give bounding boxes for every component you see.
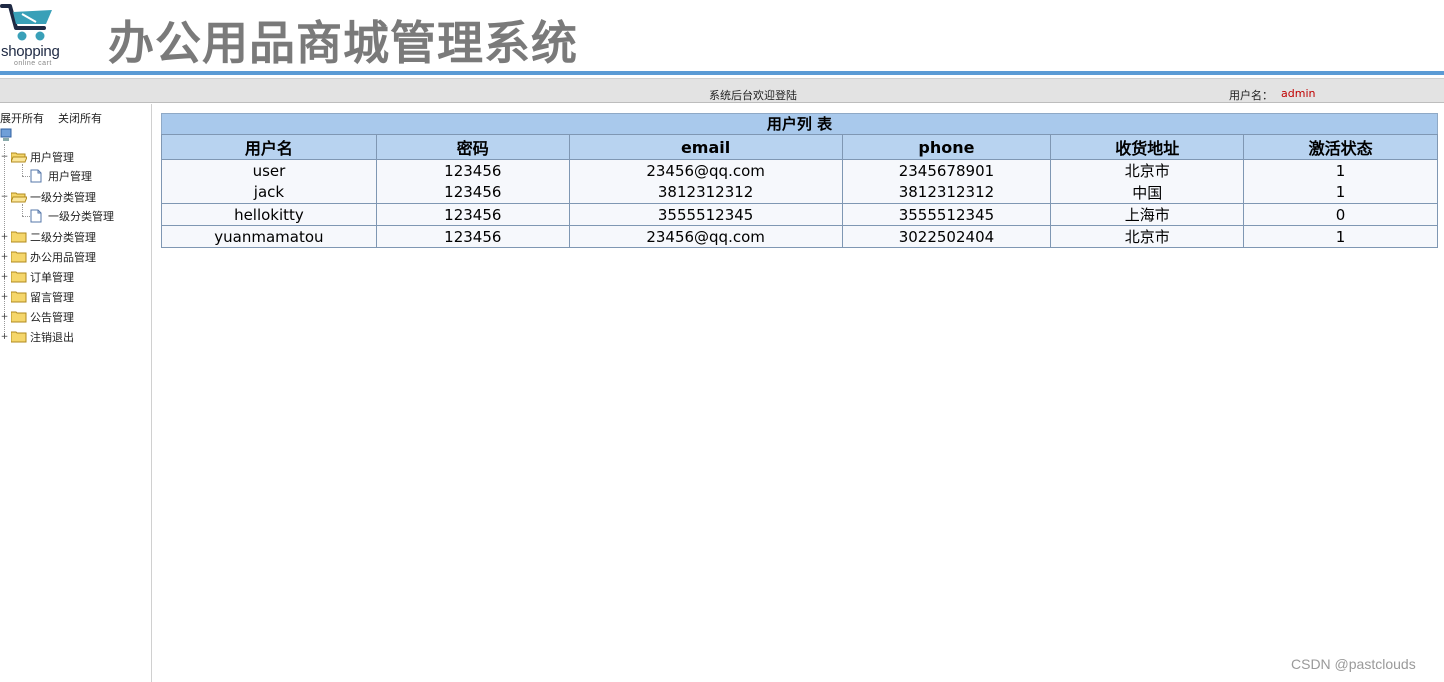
tree-node-label[interactable]: 一级分类管理 (30, 189, 96, 205)
header-divider (0, 71, 1444, 75)
folder-icon (11, 231, 27, 243)
tree-node-label[interactable]: 用户管理 (30, 149, 74, 165)
cell-email: 3555512345 (568, 203, 843, 226)
table-row: user 123456 23456@qq.com 2345678901 北京市 … (161, 159, 1438, 182)
tree-leaf-primary-category[interactable]: 一级分类管理 (30, 208, 114, 224)
folder-open-icon (11, 192, 27, 203)
site-title: 办公用品商城管理系统 (108, 16, 578, 70)
folder-open-icon (11, 152, 27, 163)
folder-icon (11, 311, 27, 323)
tree-node-label[interactable]: 留言管理 (30, 289, 74, 305)
tree-node-label[interactable]: 注销退出 (30, 329, 74, 345)
column-header-phone: phone (841, 134, 1052, 160)
computer-icon[interactable] (0, 128, 12, 142)
table-row: yuanmamatou 123456 23456@qq.com 30225024… (161, 225, 1438, 248)
shopping-cart-logo: shopping online cart (0, 2, 80, 68)
welcome-text: 系统后台欢迎登陆 (709, 89, 797, 102)
tree-node-user-management[interactable]: − 用户管理 (0, 149, 74, 165)
cell-status: 1 (1243, 181, 1438, 204)
cell-phone: 3812312312 (841, 181, 1052, 204)
cell-username: hellokitty (161, 203, 377, 226)
cell-status: 1 (1243, 225, 1438, 248)
sidebar-tree: 展开所有 关闭所有 − 用户管理 用户管理 − 一级分类管理 一级分类管理 + 二… (0, 104, 152, 682)
expand-icon[interactable]: + (0, 312, 9, 322)
folder-icon (11, 271, 27, 283)
tree-node-primary-category[interactable]: − 一级分类管理 (0, 189, 96, 205)
tree-node-announcements[interactable]: + 公告管理 (0, 309, 74, 325)
user-name: admin (1281, 87, 1316, 100)
tree-guide-line (22, 204, 23, 216)
expand-icon[interactable]: + (0, 232, 9, 242)
cell-password: 123456 (375, 203, 570, 226)
logo-text: shopping (1, 43, 60, 60)
table-row: hellokitty 123456 3555512345 3555512345 … (161, 203, 1438, 226)
cell-address: 中国 (1050, 181, 1245, 204)
cell-email: 23456@qq.com (568, 225, 843, 248)
collapse-all-link[interactable]: 关闭所有 (58, 112, 102, 125)
tree-node-secondary-category[interactable]: + 二级分类管理 (0, 229, 96, 245)
shopping-cart-icon (0, 4, 52, 41)
tree-guide-line (22, 216, 30, 217)
table-header-row: 用户名 密码 email phone 收货地址 激活状态 (161, 134, 1438, 160)
cell-phone: 2345678901 (841, 159, 1052, 182)
tree-actions: 展开所有 关闭所有 (0, 110, 116, 126)
cell-password: 123456 (375, 181, 570, 204)
tree-leaf-user-management[interactable]: 用户管理 (30, 168, 92, 184)
cell-address: 北京市 (1050, 225, 1245, 248)
cell-phone: 3555512345 (841, 203, 1052, 226)
column-header-username: 用户名 (161, 134, 377, 160)
tree-guide-line (22, 176, 30, 177)
cell-status: 1 (1243, 159, 1438, 182)
tree-guide-line (22, 164, 23, 176)
column-header-email: email (568, 134, 843, 160)
document-icon (30, 169, 42, 183)
cell-password: 123456 (375, 225, 570, 248)
tree-node-label[interactable]: 办公用品管理 (30, 249, 96, 265)
cell-password: 123456 (375, 159, 570, 182)
document-icon (30, 209, 42, 223)
cell-status: 0 (1243, 203, 1438, 226)
welcome-bar: 系统后台欢迎登陆 用户名： admin (0, 78, 1444, 103)
expand-icon[interactable]: + (0, 272, 9, 282)
cell-email: 23456@qq.com (568, 159, 843, 182)
user-label: 用户名： (1229, 89, 1273, 102)
column-header-address: 收货地址 (1050, 134, 1245, 160)
tree-node-logout[interactable]: + 注销退出 (0, 329, 74, 345)
cell-username: yuanmamatou (161, 225, 377, 248)
column-header-status: 激活状态 (1243, 134, 1438, 160)
tree-node-label[interactable]: 订单管理 (30, 269, 74, 285)
column-header-password: 密码 (375, 134, 570, 160)
tree-node-label[interactable]: 二级分类管理 (30, 229, 96, 245)
expand-icon[interactable]: + (0, 292, 9, 302)
collapse-icon[interactable]: − (0, 152, 9, 162)
table-caption: 用户列 表 (161, 113, 1438, 134)
tree-node-messages[interactable]: + 留言管理 (0, 289, 74, 305)
cell-username: jack (161, 181, 377, 204)
cell-username: user (161, 159, 377, 182)
user-list-table: 用户列 表 用户名 密码 email phone 收货地址 激活状态 user … (161, 113, 1438, 248)
watermark: CSDN @pastclouds (1291, 656, 1416, 672)
main-content: 用户列 表 用户名 密码 email phone 收货地址 激活状态 user … (161, 113, 1439, 248)
tree-node-office-supplies[interactable]: + 办公用品管理 (0, 249, 96, 265)
expand-icon[interactable]: + (0, 252, 9, 262)
cell-email: 3812312312 (568, 181, 843, 204)
tree-leaf-label[interactable]: 一级分类管理 (48, 208, 114, 224)
logo-subtext: online cart (14, 60, 52, 67)
header: shopping online cart 办公用品商城管理系统 (0, 0, 1444, 72)
tree-node-label[interactable]: 公告管理 (30, 309, 74, 325)
cell-phone: 3022502404 (841, 225, 1052, 248)
table-row: jack 123456 3812312312 3812312312 中国 1 (161, 181, 1438, 204)
folder-icon (11, 331, 27, 343)
folder-icon (11, 251, 27, 263)
tree-leaf-label[interactable]: 用户管理 (48, 168, 92, 184)
tree-node-orders[interactable]: + 订单管理 (0, 269, 74, 285)
expand-all-link[interactable]: 展开所有 (0, 112, 44, 125)
collapse-icon[interactable]: − (0, 192, 9, 202)
folder-icon (11, 291, 27, 303)
cell-address: 北京市 (1050, 159, 1245, 182)
expand-icon[interactable]: + (0, 332, 9, 342)
cell-address: 上海市 (1050, 203, 1245, 226)
